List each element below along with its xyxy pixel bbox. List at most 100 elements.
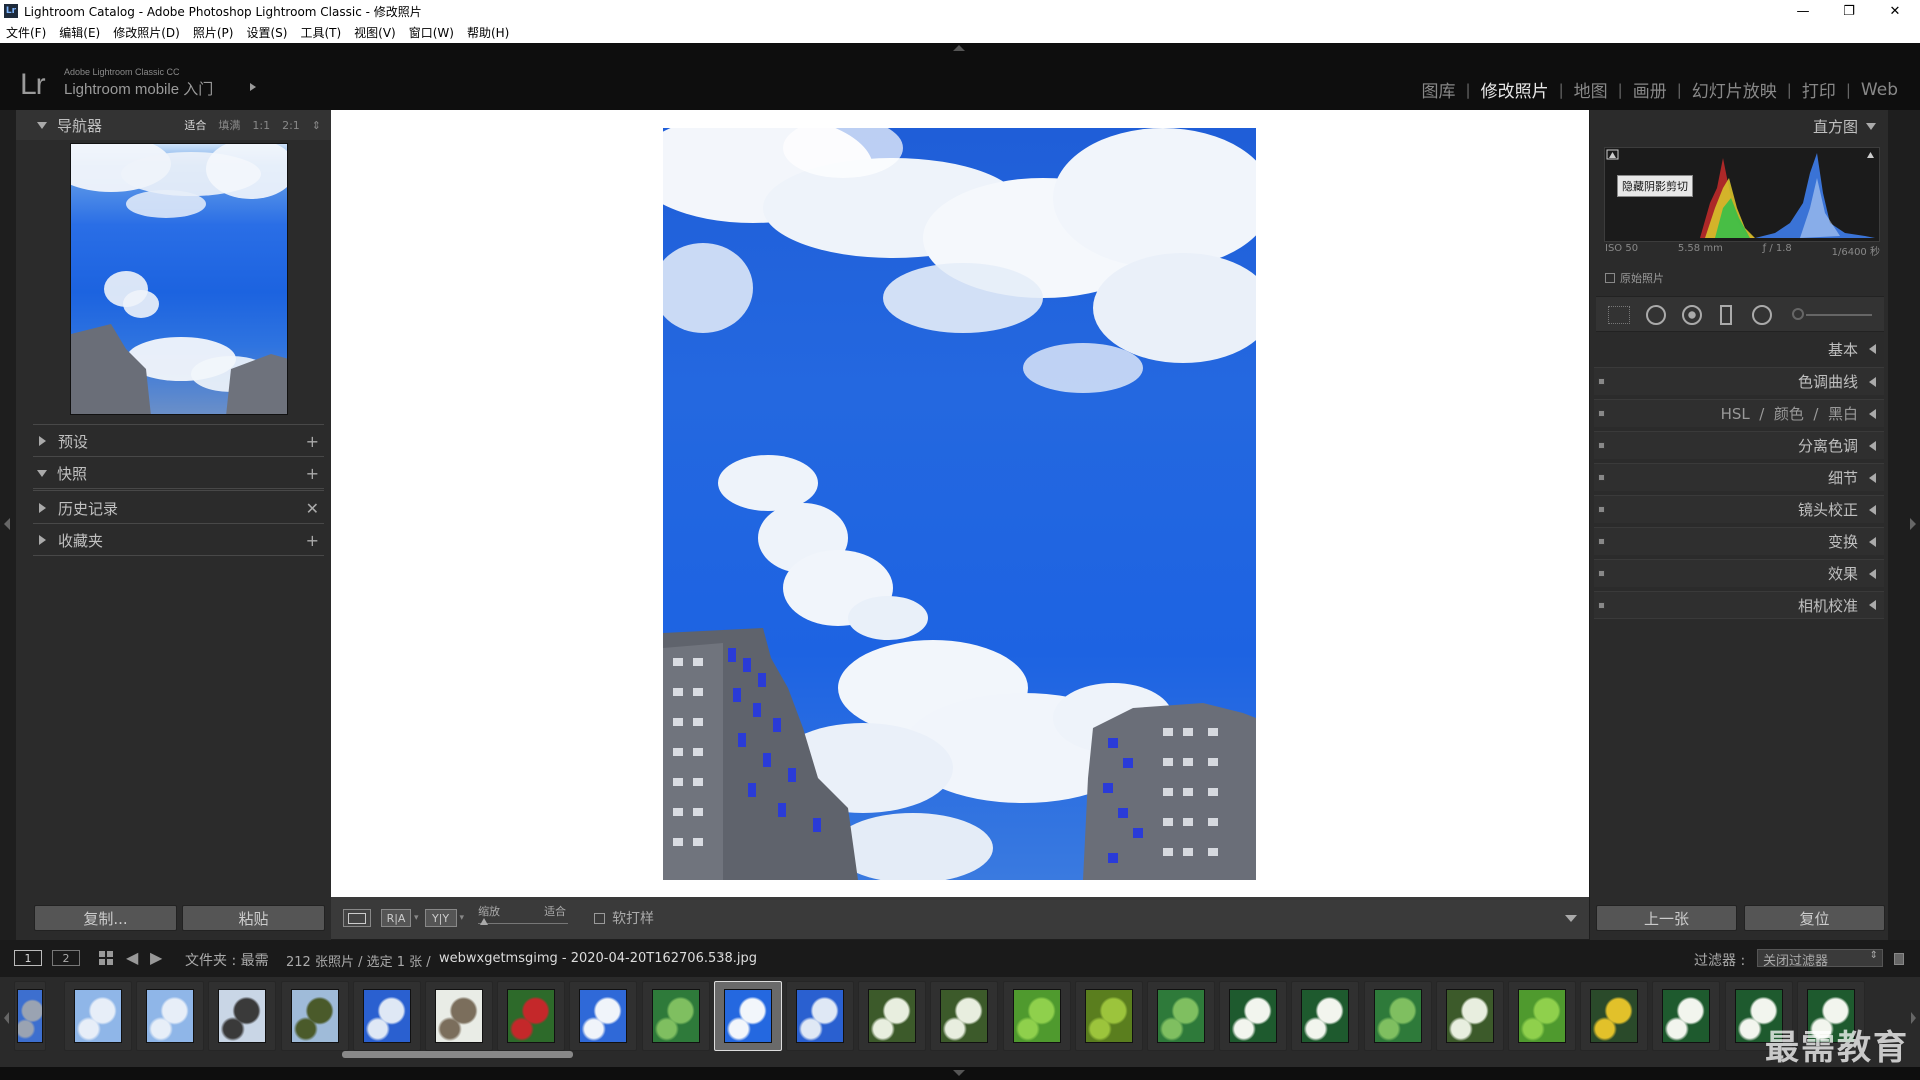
panel-switch-icon[interactable] [1598, 442, 1605, 449]
filter-select[interactable]: 关闭过滤器 ⇕ [1757, 949, 1883, 969]
snapshots-header[interactable]: 快照 + [16, 458, 331, 488]
filmstrip-scroll-right-icon[interactable] [1911, 1012, 1916, 1024]
panel-tone-curve[interactable]: 色调曲线 [1594, 367, 1884, 395]
current-filename[interactable]: webwxgetmsgimg - 2020-04-20T162706.538.j… [439, 951, 757, 966]
copy-settings-button[interactable]: 复制... [34, 905, 177, 931]
filmstrip-thumb[interactable] [641, 981, 710, 1051]
toolbar-options-icon[interactable] [1565, 914, 1577, 922]
menu-tools[interactable]: 工具(T) [300, 24, 341, 41]
presets-header[interactable]: 预设 + [16, 426, 331, 456]
menu-help[interactable]: 帮助(H) [467, 24, 509, 41]
radial-filter-icon[interactable] [1752, 305, 1772, 325]
menu-edit[interactable]: 编辑(E) [59, 24, 100, 41]
filmstrip-thumb[interactable] [1291, 981, 1360, 1051]
filmstrip-thumb[interactable] [425, 981, 493, 1051]
panel-switch-icon[interactable] [1598, 601, 1605, 609]
histogram-header[interactable]: 直方图 [1594, 112, 1884, 140]
collapse-top-panel-icon[interactable] [953, 45, 965, 51]
source-label[interactable]: 文件夹 : 最需 [185, 950, 269, 970]
panel-switch-icon[interactable] [1598, 410, 1605, 417]
filmstrip-thumb[interactable] [569, 981, 638, 1051]
panel-switch-icon[interactable] [1598, 506, 1605, 513]
add-snapshot-button[interactable]: + [306, 464, 319, 483]
menu-view[interactable]: 视图(V) [354, 24, 396, 41]
zoom-fill[interactable]: 填满 [218, 117, 240, 133]
reset-button[interactable]: 复位 [1744, 905, 1885, 931]
menu-file[interactable]: 文件(F) [6, 24, 46, 41]
filmstrip-thumb[interactable] [208, 981, 277, 1051]
panel-switch-icon[interactable] [1598, 570, 1605, 577]
filmstrip-thumb[interactable] [1147, 981, 1215, 1051]
minimize-button[interactable]: — [1780, 0, 1826, 22]
soft-proof-checkbox[interactable] [594, 912, 606, 924]
filename-dropdown-icon[interactable]: ▾ [719, 950, 724, 960]
before-after-lr-button[interactable]: R|A [381, 909, 411, 927]
panel-hsl[interactable]: HSL / 颜色 / 黑白 [1594, 399, 1884, 427]
zoom-slider-thumb[interactable] [480, 918, 489, 925]
module-develop[interactable]: 修改照片 [1471, 77, 1559, 102]
module-slideshow[interactable]: 幻灯片放映 [1682, 77, 1787, 102]
add-collection-button[interactable]: + [306, 531, 319, 550]
panel-effects[interactable]: 效果 [1594, 559, 1884, 587]
panel-detail[interactable]: 细节 [1594, 463, 1884, 491]
red-eye-icon[interactable] [1682, 305, 1702, 325]
filmstrip-thumb-selected[interactable] [713, 981, 782, 1051]
filmstrip-thumb[interactable] [497, 981, 566, 1051]
panel-lens-corrections[interactable]: 镜头校正 [1594, 495, 1884, 523]
filmstrip-thumb[interactable] [1508, 981, 1576, 1051]
filmstrip-thumb[interactable] [1435, 981, 1504, 1051]
filmstrip-thumb[interactable] [280, 981, 349, 1051]
filmstrip-thumb[interactable] [930, 981, 999, 1051]
mobile-getting-started[interactable]: Lightroom mobile 入门 [64, 78, 213, 99]
panel-camera-calibration[interactable]: 相机校准 [1594, 591, 1884, 619]
zoom-stepper-icon[interactable]: ⇕ [312, 119, 321, 132]
navigator-preview[interactable] [70, 143, 288, 415]
filmstrip-thumb[interactable] [1074, 981, 1143, 1051]
zoom-1to1[interactable]: 1:1 [252, 119, 270, 132]
filmstrip-scrollbar[interactable] [342, 1051, 573, 1058]
filmstrip-thumb[interactable] [1002, 981, 1071, 1051]
secondary-window-button[interactable]: 2 [52, 950, 80, 966]
grid-view-icon[interactable] [99, 951, 113, 965]
filmstrip-thumb[interactable] [14, 981, 46, 1051]
back-arrow-icon[interactable]: ◀ [126, 948, 138, 967]
before-after-tb-button[interactable]: Y|Y [424, 909, 457, 927]
menu-photo[interactable]: 照片(P) [193, 24, 234, 41]
module-print[interactable]: 打印 [1792, 77, 1846, 102]
loupe-view-icon[interactable] [343, 909, 371, 927]
main-photo[interactable] [663, 128, 1256, 880]
module-web[interactable]: Web [1851, 80, 1908, 100]
filmstrip-thumb[interactable] [1580, 981, 1649, 1051]
panel-transform[interactable]: 变换 [1594, 527, 1884, 555]
spot-removal-icon[interactable] [1646, 305, 1666, 325]
original-photo-checkbox[interactable] [1605, 273, 1615, 283]
primary-window-button[interactable]: 1 [14, 950, 42, 966]
panel-basic[interactable]: 基本 [1594, 335, 1884, 363]
filmstrip-thumb[interactable] [1219, 981, 1288, 1051]
navigator-header[interactable]: 导航器 适合 填满 1:1 2:1 ⇕ [16, 110, 331, 140]
filmstrip-thumb[interactable] [352, 981, 421, 1051]
graduated-filter-icon[interactable] [1720, 305, 1732, 325]
filmstrip-thumb[interactable] [1652, 981, 1721, 1051]
dropdown-arrow-icon[interactable]: ▾ [460, 913, 465, 923]
collapse-left-panel-icon[interactable] [4, 518, 10, 530]
maximize-button[interactable]: ❐ [1826, 0, 1872, 22]
highlight-clip-toggle-icon[interactable] [1867, 152, 1874, 158]
collections-header[interactable]: 收藏夹 + [16, 525, 331, 555]
paste-settings-button[interactable]: 粘贴 [182, 905, 325, 931]
module-library[interactable]: 图库 [1412, 77, 1466, 102]
adjustment-brush-icon[interactable] [1792, 308, 1804, 320]
previous-button[interactable]: 上一张 [1596, 905, 1737, 931]
original-photo-toggle[interactable]: 原始照片 [1605, 270, 1664, 286]
collapse-filmstrip-icon[interactable] [953, 1070, 965, 1076]
clear-history-button[interactable]: ✕ [306, 499, 319, 518]
add-preset-button[interactable]: + [306, 432, 319, 451]
filmstrip-thumb[interactable] [64, 981, 132, 1051]
filmstrip-thumb[interactable] [136, 981, 205, 1051]
histogram[interactable]: 隐藏阴影剪切 [1604, 147, 1880, 242]
collapse-right-panel-icon[interactable] [1910, 518, 1916, 530]
close-button[interactable]: ✕ [1872, 0, 1918, 22]
forward-arrow-icon[interactable]: ▶ [150, 948, 162, 967]
history-header[interactable]: 历史记录 ✕ [16, 493, 331, 523]
zoom-2to1[interactable]: 2:1 [282, 119, 300, 132]
